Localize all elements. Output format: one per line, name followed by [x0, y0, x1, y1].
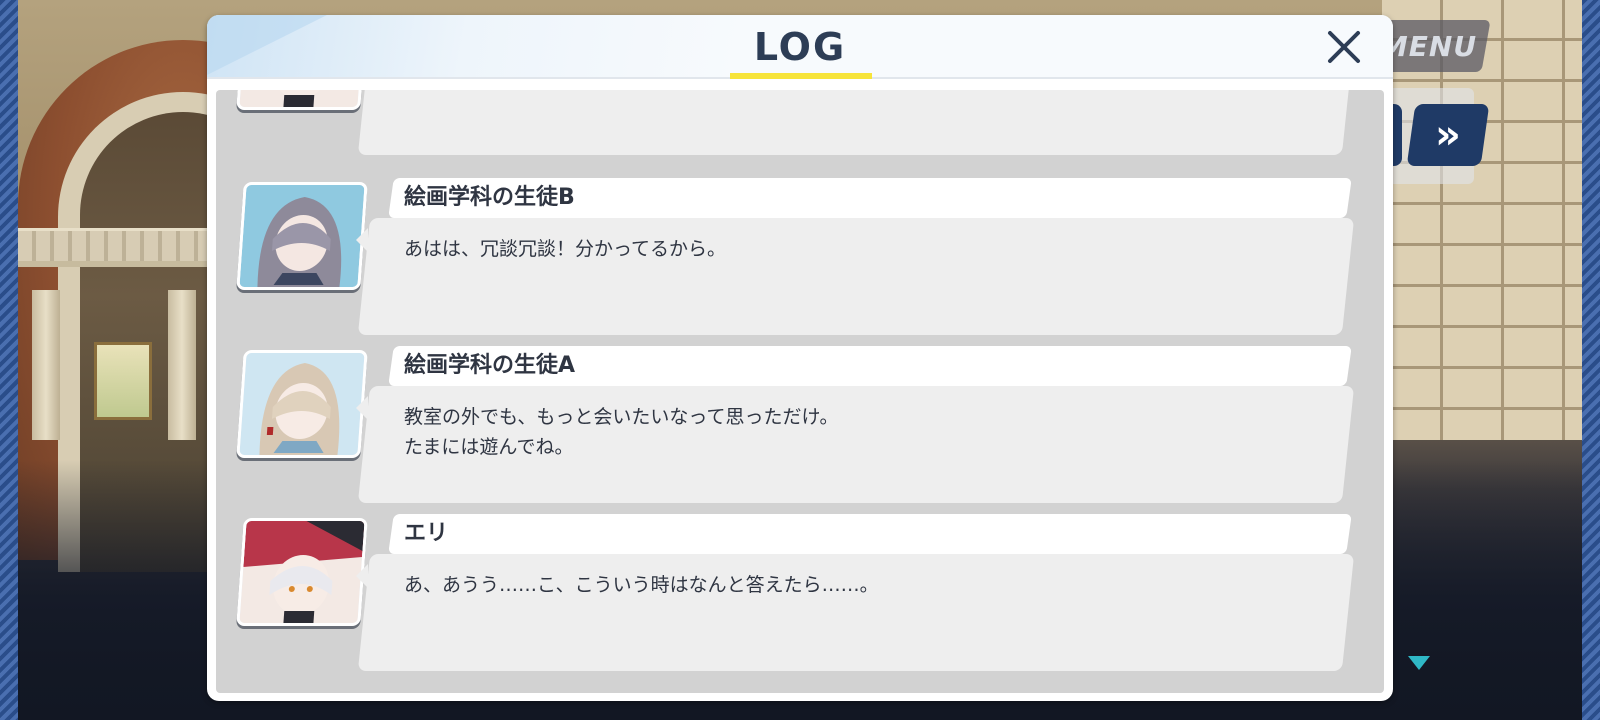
- double-chevron-right-icon: »: [1435, 112, 1461, 158]
- portrait-student-b-icon: [236, 182, 368, 290]
- fast-forward-button[interactable]: »: [1406, 104, 1490, 166]
- wall-painting: [94, 342, 152, 420]
- log-dialog: LOG 絵画学科の生徒B あはは、冗談冗談！分かってるから。 絵画学科の生徒A …: [207, 15, 1393, 701]
- dialogue-line: あはは、冗談冗談！分かってるから。: [404, 238, 727, 260]
- triangle-down-icon: [1408, 656, 1430, 670]
- dialogue-line: 教室の外でも、もっと会いたいなって思っただけ。: [404, 406, 839, 428]
- log-list[interactable]: 絵画学科の生徒B あはは、冗談冗談！分かってるから。 絵画学科の生徒A 教室の外…: [216, 90, 1384, 693]
- pillar: [32, 290, 60, 440]
- pillar: [168, 290, 196, 440]
- portrait-eri-icon: [236, 90, 368, 110]
- menu-label: MENU: [1380, 29, 1478, 63]
- right-border: [1582, 0, 1600, 720]
- close-button[interactable]: [1322, 25, 1366, 69]
- portrait-student-a-icon: [236, 350, 368, 458]
- close-x-icon: [1328, 31, 1360, 63]
- log-header: LOG: [207, 15, 1393, 79]
- log-entry: [216, 90, 1384, 158]
- name-bar: [388, 514, 1352, 554]
- dialogue-line: あ、あうう……こ、こういう時はなんと答えたら……。: [404, 574, 879, 596]
- log-title: LOG: [753, 25, 847, 69]
- dialogue-box: [357, 90, 1355, 155]
- dialogue-text: 教室の外でも、もっと会いたいなって思っただけ。 たまには遊んでね。: [404, 402, 1324, 462]
- log-entry: エリ あ、あうう……こ、こういう時はなんと答えたら……。: [216, 514, 1384, 674]
- left-border: [0, 0, 18, 720]
- log-entry: 絵画学科の生徒A 教室の外でも、もっと会いたいなって思っただけ。 たまには遊んで…: [216, 346, 1384, 506]
- title-underline: [730, 73, 872, 79]
- balcony-railing: [18, 228, 233, 267]
- speaker-name: エリ: [404, 521, 449, 546]
- speaker-name: 絵画学科の生徒B: [404, 185, 575, 210]
- portrait-eri-icon: [236, 518, 368, 626]
- dialogue-line: たまには遊んでね。: [404, 436, 574, 458]
- speaker-name: 絵画学科の生徒A: [404, 353, 576, 378]
- dialogue-text: あはは、冗談冗談！分かってるから。: [404, 234, 1324, 264]
- log-entry: 絵画学科の生徒B あはは、冗談冗談！分かってるから。: [216, 178, 1384, 338]
- dialogue-text: あ、あうう……こ、こういう時はなんと答えたら……。: [404, 570, 1324, 600]
